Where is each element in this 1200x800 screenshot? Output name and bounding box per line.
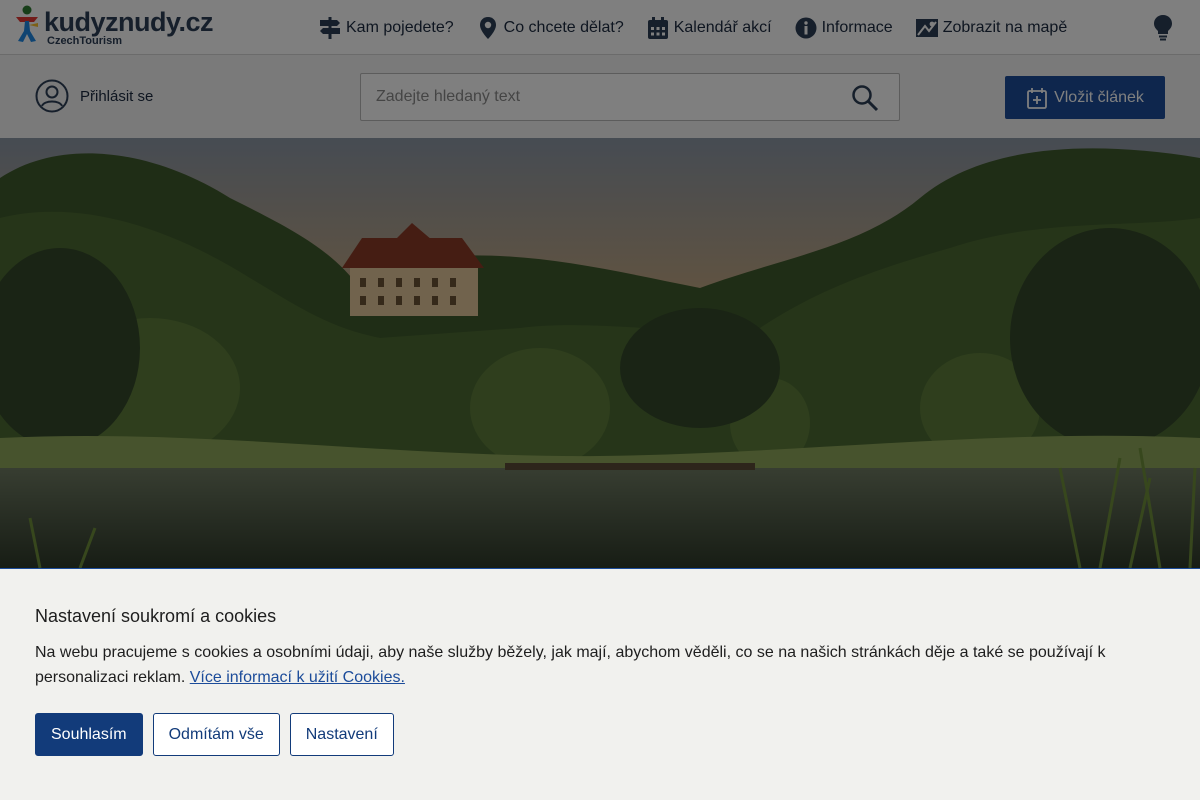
cookie-actions: Souhlasím Odmítám vše Nastavení <box>35 713 404 756</box>
cookie-title: Nastavení soukromí a cookies <box>35 606 277 626</box>
reject-all-button[interactable]: Odmítám vše <box>152 713 280 756</box>
cookie-info-link[interactable]: Více informací k užití Cookies. <box>190 669 405 686</box>
cookie-description: Na webu pracujeme s cookies a osobními ú… <box>35 640 1145 690</box>
accept-cookies-button[interactable]: Souhlasím <box>35 713 143 756</box>
modal-backdrop[interactable] <box>0 0 1200 568</box>
cookie-consent-banner: Nastavení soukromí a cookies Na webu pra… <box>0 568 1200 800</box>
cookie-settings-button[interactable]: Nastavení <box>289 713 394 756</box>
